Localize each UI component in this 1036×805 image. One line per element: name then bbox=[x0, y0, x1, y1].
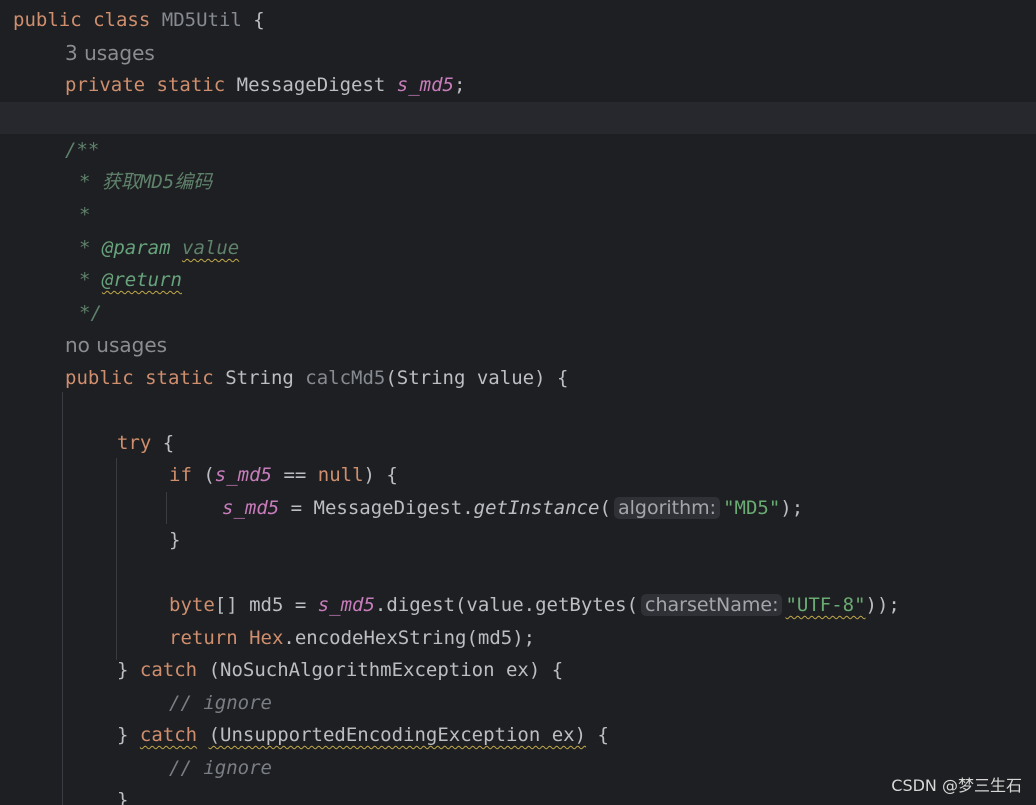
assignment: = MessageDigest. bbox=[279, 497, 474, 519]
brace: } bbox=[169, 529, 181, 551]
operator: == bbox=[272, 464, 318, 486]
indent-guide bbox=[166, 492, 167, 524]
class-name: MD5Util bbox=[161, 9, 242, 31]
declaration: [] md5 = bbox=[214, 594, 318, 616]
current-line-highlight bbox=[0, 102, 1036, 134]
doc-comment: /** bbox=[65, 139, 100, 161]
indent-guide bbox=[116, 458, 117, 660]
doc-param-name: value bbox=[182, 237, 240, 259]
paren: ); bbox=[780, 497, 804, 519]
keyword: byte bbox=[169, 594, 215, 616]
doc-comment-text: 获取MD5编码 bbox=[101, 171, 213, 193]
code-line-field-declaration[interactable]: private static MessageDigest s_md5; bbox=[65, 69, 465, 101]
doc-tag: @param bbox=[101, 237, 171, 259]
line-comment: // ignore bbox=[169, 757, 272, 779]
keyword: public bbox=[13, 9, 82, 31]
keyword: static bbox=[156, 74, 226, 96]
brace: } bbox=[117, 789, 129, 805]
code-line-method-declaration[interactable]: public static String calcMd5(String valu… bbox=[65, 362, 568, 394]
type-name: String bbox=[225, 367, 294, 389]
keyword: null bbox=[317, 464, 364, 486]
doc-comment: */ bbox=[79, 302, 102, 324]
code-line-doc-blank[interactable]: * bbox=[79, 199, 90, 231]
doc-comment-star: * bbox=[79, 204, 91, 226]
code-line-catch-unsupportedencoding[interactable]: } catch (UnsupportedEncodingException ex… bbox=[117, 719, 609, 751]
catch-params: (UnsupportedEncodingException ex) bbox=[208, 724, 587, 746]
paren: ) { bbox=[363, 464, 398, 486]
doc-comment-star: * bbox=[79, 171, 91, 193]
method-name: calcMd5 bbox=[305, 367, 386, 389]
field-name: s_md5 bbox=[396, 74, 454, 96]
brace: { bbox=[162, 432, 175, 454]
code-line-doc-close[interactable]: */ bbox=[79, 297, 102, 329]
keyword: try bbox=[117, 432, 152, 454]
string-literal: "UTF-8" bbox=[785, 594, 866, 616]
code-line-catch-nosuchalgorithm[interactable]: } catch (NoSuchAlgorithmException ex) { bbox=[117, 654, 563, 686]
keyword: private bbox=[65, 74, 146, 96]
code-line-brace[interactable]: } bbox=[169, 524, 180, 556]
keyword: catch bbox=[139, 724, 198, 746]
code-line-return[interactable]: return Hex.encodeHexString(md5); bbox=[169, 622, 535, 654]
field-name: s_md5 bbox=[317, 594, 375, 616]
paren: ( bbox=[599, 497, 611, 519]
brace: { bbox=[597, 724, 609, 746]
parameter-hint: algorithm: bbox=[613, 497, 721, 519]
code-line-digest[interactable]: byte[] md5 = s_md5.digest(value.getBytes… bbox=[169, 589, 900, 621]
method-call: .digest(value.getBytes( bbox=[374, 594, 639, 616]
keyword: static bbox=[145, 367, 214, 389]
class-reference: Hex bbox=[249, 627, 284, 649]
code-line-if[interactable]: if (s_md5 == null) { bbox=[169, 459, 398, 491]
field-name: s_md5 bbox=[222, 497, 280, 519]
keyword: return bbox=[169, 627, 238, 649]
usages-hint[interactable]: no usages bbox=[65, 333, 167, 357]
type-name: MessageDigest bbox=[236, 74, 386, 96]
method-call: .encodeHexString(md5); bbox=[283, 627, 536, 649]
keyword: catch bbox=[139, 659, 198, 681]
code-line-get-instance[interactable]: s_md5 = MessageDigest.getInstance(algori… bbox=[222, 492, 803, 524]
code-line-doc-open[interactable]: /** bbox=[65, 134, 99, 166]
brace: } bbox=[117, 659, 129, 681]
paren: ( bbox=[203, 464, 215, 486]
brace: { bbox=[253, 9, 265, 31]
keyword: if bbox=[169, 464, 192, 486]
doc-comment-star: * bbox=[79, 237, 91, 259]
parameter-hint: charsetName: bbox=[641, 594, 783, 616]
indent-guide bbox=[62, 392, 63, 805]
code-line-comment[interactable]: // ignore bbox=[169, 687, 272, 719]
keyword: public bbox=[65, 367, 134, 389]
code-line-comment[interactable]: // ignore bbox=[169, 752, 272, 784]
brace: } bbox=[117, 724, 129, 746]
usages-hint[interactable]: 3 usages bbox=[65, 41, 155, 65]
code-line-try[interactable]: try { bbox=[117, 427, 174, 459]
code-line-doc-return[interactable]: * @return bbox=[79, 264, 182, 296]
string-literal: "MD5" bbox=[723, 497, 781, 519]
paren: )); bbox=[865, 594, 900, 616]
code-line-class-declaration[interactable]: public class MD5Util { bbox=[13, 4, 265, 36]
code-line-doc-description[interactable]: * 获取MD5编码 bbox=[79, 166, 212, 198]
method-params: (String value) { bbox=[385, 367, 569, 389]
code-line-brace[interactable]: } bbox=[117, 784, 128, 805]
doc-tag: @return bbox=[101, 269, 182, 291]
code-vision-usages[interactable]: no usages bbox=[65, 329, 167, 361]
doc-comment-star: * bbox=[79, 269, 91, 291]
field-name: s_md5 bbox=[214, 464, 272, 486]
static-method-call: getInstance bbox=[473, 497, 600, 519]
catch-params: (NoSuchAlgorithmException ex) { bbox=[208, 659, 564, 681]
semicolon: ; bbox=[454, 74, 466, 96]
keyword: class bbox=[93, 9, 151, 31]
code-line-doc-param[interactable]: * @param value bbox=[79, 232, 239, 264]
code-editor[interactable]: public class MD5Util { 3 usages private … bbox=[0, 0, 1036, 805]
line-comment: // ignore bbox=[169, 692, 272, 714]
code-vision-usages[interactable]: 3 usages bbox=[65, 37, 155, 69]
csdn-watermark: CSDN @梦三生石 bbox=[891, 776, 1022, 795]
